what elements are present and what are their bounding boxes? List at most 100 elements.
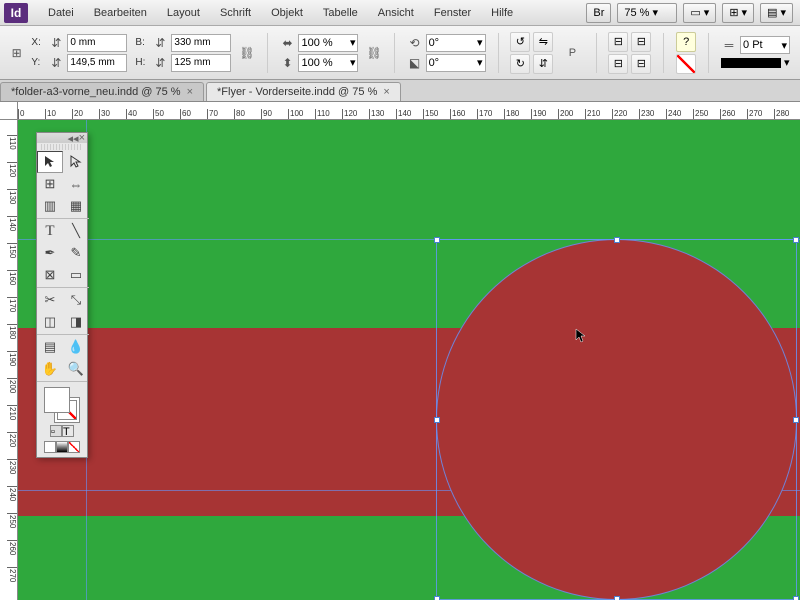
- note-tool[interactable]: ▤: [37, 336, 63, 358]
- rotate-dropdown[interactable]: 0°▾: [426, 34, 486, 52]
- zoom-dropdown[interactable]: 75 %▾: [617, 3, 677, 23]
- gap-tool[interactable]: ⇔: [63, 173, 89, 195]
- document-tab-1[interactable]: *folder-a3-vorne_neu.indd @ 75 % ×: [0, 82, 204, 101]
- close-icon[interactable]: ×: [383, 86, 389, 98]
- arrange-button[interactable]: ⊞▾: [722, 3, 754, 23]
- workspace-button[interactable]: ▤▾: [760, 3, 793, 23]
- content-placer-tool[interactable]: ▦: [63, 195, 89, 217]
- zoom-tool[interactable]: 🔍: [63, 358, 89, 380]
- fill-stroke-swatches[interactable]: ▫ T: [37, 383, 87, 457]
- align-icon-2[interactable]: ⊟: [631, 32, 651, 52]
- apply-gradient-button[interactable]: [56, 441, 68, 453]
- pen-tool[interactable]: ✒: [37, 242, 63, 264]
- formatting-text-button[interactable]: T: [62, 425, 74, 437]
- bridge-button[interactable]: Br: [586, 3, 611, 23]
- stroke-weight-dropdown[interactable]: 0 Pt▾: [740, 36, 790, 54]
- rectangle-frame-tool[interactable]: ⊠: [37, 264, 63, 286]
- ruler-tick: 240: [7, 486, 17, 501]
- stroke-weight-icon: ═: [721, 37, 737, 53]
- menu-object[interactable]: Objekt: [261, 3, 313, 23]
- horizontal-ruler[interactable]: 0 10 20 30 40 50 60 70 80 90 100 110 120…: [18, 102, 800, 120]
- selection-handle[interactable]: [793, 596, 799, 600]
- y-input[interactable]: [67, 54, 127, 72]
- stepper-icon[interactable]: ⇵: [152, 35, 168, 51]
- flip-v-button[interactable]: ⇵: [533, 54, 553, 74]
- menu-edit[interactable]: Bearbeiten: [84, 3, 157, 23]
- selection-handle[interactable]: [434, 237, 440, 243]
- menu-help[interactable]: Hilfe: [481, 3, 523, 23]
- menu-file[interactable]: Datei: [38, 3, 84, 23]
- eyedropper-tool[interactable]: 💧: [63, 336, 89, 358]
- h-input[interactable]: [171, 54, 231, 72]
- selection-handle[interactable]: [434, 596, 440, 600]
- stepper-icon[interactable]: ⇵: [48, 55, 64, 71]
- close-icon[interactable]: ×: [187, 86, 193, 98]
- menu-window[interactable]: Fenster: [424, 3, 481, 23]
- stepper-icon[interactable]: ⇵: [48, 35, 64, 51]
- content-collector-tool[interactable]: ▥: [37, 195, 63, 217]
- ruler-tick: 140: [7, 216, 17, 231]
- stepper-icon[interactable]: ⇵: [152, 55, 168, 71]
- rotate-cw-button[interactable]: ↻: [510, 54, 530, 74]
- scale-x-dropdown[interactable]: 100 %▾: [298, 34, 358, 52]
- reference-point-icon[interactable]: ⊞: [10, 45, 23, 61]
- tab-label: *folder-a3-vorne_neu.indd @ 75 %: [11, 86, 181, 98]
- align-icon-1[interactable]: ⊟: [608, 32, 628, 52]
- view-mode-button[interactable]: ▭▾: [683, 3, 716, 23]
- ruler-tick: 70: [207, 109, 218, 119]
- flip-h-button[interactable]: ⇋: [533, 32, 553, 52]
- formatting-container-button[interactable]: ▫: [50, 425, 62, 437]
- selection-handle[interactable]: [793, 417, 799, 423]
- rectangle-tool[interactable]: ▭: [63, 264, 89, 286]
- shear-dropdown[interactable]: 0°▾: [426, 54, 486, 72]
- ruler-tick: 110: [7, 135, 17, 150]
- scale-y-dropdown[interactable]: 100 %▾: [298, 54, 358, 72]
- rotate-ccw-button[interactable]: ↺: [510, 32, 530, 52]
- selection-tool[interactable]: [37, 151, 63, 173]
- w-input[interactable]: [171, 34, 231, 52]
- menu-view[interactable]: Ansicht: [368, 3, 424, 23]
- panel-grip[interactable]: [41, 144, 83, 150]
- stroke-style-dropdown[interactable]: [721, 58, 781, 68]
- tools-panel[interactable]: ◂◂ × ⊞ ⇔ ▥ ▦ T ╲ ✒ ✎ ⊠ ▭ ✂ ⤡ ◫ ◨ ▤ 💧 ✋ 🔍…: [36, 132, 88, 458]
- type-tool[interactable]: T: [37, 220, 63, 242]
- menu-layout[interactable]: Layout: [157, 3, 210, 23]
- x-input[interactable]: [67, 34, 127, 52]
- char-panel-p[interactable]: P: [561, 40, 583, 66]
- close-icon[interactable]: ×: [79, 132, 85, 144]
- gradient-swatch-tool[interactable]: ◫: [37, 311, 63, 333]
- gradient-feather-tool[interactable]: ◨: [63, 311, 89, 333]
- constrain-scale-icon[interactable]: ⛓: [366, 45, 381, 61]
- apply-color-button[interactable]: [44, 441, 56, 453]
- selection-handle[interactable]: [614, 596, 620, 600]
- ruler-tick: 260: [720, 109, 735, 119]
- constrain-icon[interactable]: ⛓: [239, 45, 254, 61]
- panel-header[interactable]: ◂◂ ×: [37, 133, 87, 143]
- free-transform-tool[interactable]: ⤡: [63, 289, 89, 311]
- line-tool[interactable]: ╲: [63, 220, 89, 242]
- align-icon-4[interactable]: ⊟: [631, 54, 651, 74]
- page-tool[interactable]: ⊞: [37, 173, 63, 195]
- ruler-tick: 180: [504, 109, 519, 119]
- collapse-icon[interactable]: ◂◂: [68, 132, 79, 145]
- selection-handle[interactable]: [614, 237, 620, 243]
- menu-type[interactable]: Schrift: [210, 3, 261, 23]
- align-icon-3[interactable]: ⊟: [608, 54, 628, 74]
- selection-handle[interactable]: [793, 237, 799, 243]
- hand-tool[interactable]: ✋: [37, 358, 63, 380]
- pencil-tool[interactable]: ✎: [63, 242, 89, 264]
- selection-handle[interactable]: [434, 417, 440, 423]
- apply-none-button[interactable]: [68, 441, 80, 453]
- ruler-origin[interactable]: [0, 102, 18, 120]
- direct-selection-tool[interactable]: [63, 151, 89, 173]
- fill-swatch[interactable]: [44, 387, 70, 413]
- vertical-ruler[interactable]: 0 110 120 130 140 150 160 170 180 190 20…: [0, 120, 18, 600]
- help-button[interactable]: ?: [676, 32, 696, 52]
- scissors-tool[interactable]: ✂: [37, 289, 63, 311]
- canvas[interactable]: [18, 120, 800, 600]
- none-swatch[interactable]: [676, 54, 696, 74]
- menu-table[interactable]: Tabelle: [313, 3, 368, 23]
- document-tab-2[interactable]: *Flyer - Vorderseite.indd @ 75 %×: [206, 82, 401, 101]
- ruler-tick: 250: [7, 513, 17, 528]
- ruler-tick: 210: [585, 109, 600, 119]
